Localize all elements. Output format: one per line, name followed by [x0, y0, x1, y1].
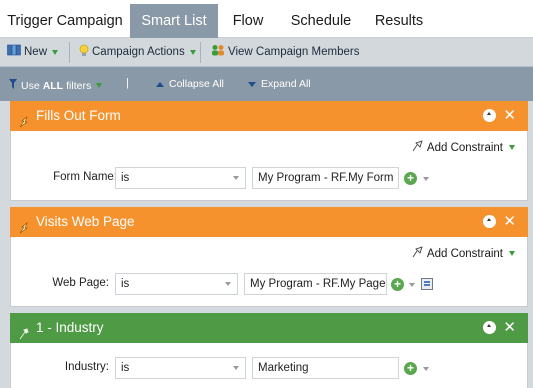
filter-title: Fills Out Form: [36, 108, 121, 123]
field-label: Web Page:: [52, 277, 109, 289]
operator-value: is: [121, 362, 130, 374]
add-constraint-button[interactable]: Add Constraint: [412, 246, 515, 261]
smart-list-canvas: Fills Out Form ✕ Add Constraint Form Nam…: [0, 101, 533, 388]
new-button[interactable]: New: [7, 44, 59, 61]
operator-select[interactable]: is: [115, 273, 238, 295]
tab-schedule[interactable]: Schedule: [284, 4, 358, 38]
collapse-all-label: Collapse All: [169, 78, 224, 90]
tab-results[interactable]: Results: [366, 4, 432, 38]
chevron-down-icon: [189, 50, 196, 55]
add-constraint-label: Add Constraint: [426, 247, 503, 260]
operator-value: is: [121, 172, 130, 184]
close-icon[interactable]: ✕: [503, 101, 516, 131]
add-value-icon[interactable]: +: [391, 278, 404, 291]
new-icon: [7, 44, 21, 61]
filter-body: Add Constraint Web Page: is My Program -…: [10, 237, 528, 307]
tab-flow[interactable]: Flow: [222, 4, 274, 38]
filter-body: Add Constraint Form Name: is My Program …: [10, 131, 528, 201]
filter-body: Industry: is Marketing +: [10, 343, 528, 388]
constraint-row: Web Page: is My Program - RF.My Page +: [11, 273, 527, 295]
chevron-down-icon: [509, 251, 515, 256]
lightbulb-icon: [79, 44, 89, 62]
campaign-actions-button[interactable]: Campaign Actions: [79, 44, 196, 62]
add-value-icon[interactable]: +: [404, 362, 417, 375]
add-constraint-button[interactable]: Add Constraint: [412, 140, 515, 155]
chevron-down-icon: [225, 282, 231, 286]
filter-wand-icon: [8, 78, 18, 93]
expand-all-button[interactable]: Expand All: [248, 78, 311, 90]
value-dropdown-icon[interactable]: [423, 177, 429, 181]
chevron-down-icon: [509, 145, 515, 150]
value-dropdown-icon[interactable]: [409, 283, 415, 287]
field-label: Industry:: [64, 361, 109, 373]
toolbar: New Campaign Actions View Campaign Membe…: [0, 38, 533, 67]
add-value-icon[interactable]: +: [404, 172, 417, 185]
value-text: My Program - RF.My Form: [258, 172, 394, 184]
value-text: My Program - RF.My Page: [250, 278, 386, 290]
move-up-icon[interactable]: [483, 215, 496, 228]
new-label: New: [24, 46, 48, 58]
page-picker-icon[interactable]: [421, 278, 433, 290]
filter-options-bar: Use ALL filters | Collapse All Expand Al…: [0, 67, 533, 101]
value-text: Marketing: [258, 362, 309, 374]
filter-visits-web-page: Visits Web Page ✕ Add Constraint Web Pag…: [10, 207, 528, 307]
toolbar-divider: [200, 42, 201, 63]
constraint-flag-icon: [412, 140, 424, 155]
constraint-row: Industry: is Marketing +: [11, 357, 527, 379]
chevron-down-icon: [52, 50, 59, 55]
close-icon[interactable]: ✕: [503, 313, 516, 343]
people-icon: [211, 44, 225, 61]
value-select[interactable]: My Program - RF.My Page: [244, 273, 387, 295]
collapse-all-button[interactable]: Collapse All: [156, 78, 224, 90]
filter-header[interactable]: 1 - Industry ✕: [10, 313, 528, 343]
use-all-filters-dropdown[interactable]: Use ALL filters: [8, 78, 103, 93]
filter-fills-out-form: Fills Out Form ✕ Add Constraint Form Nam…: [10, 101, 528, 201]
value-select[interactable]: My Program - RF.My Form: [252, 167, 399, 189]
filter-header[interactable]: Visits Web Page ✕: [10, 207, 528, 237]
filter-title: Visits Web Page: [36, 214, 135, 229]
value-select[interactable]: Marketing: [252, 357, 399, 379]
view-campaign-members-label: View Campaign Members: [228, 46, 360, 58]
close-icon[interactable]: ✕: [503, 207, 516, 237]
move-up-icon[interactable]: [483, 321, 496, 334]
filter-header[interactable]: Fills Out Form ✕: [10, 101, 528, 131]
expand-icon: [248, 81, 256, 87]
collapse-icon: [156, 81, 164, 87]
constraint-row: Form Name: is My Program - RF.My Form +: [11, 167, 527, 189]
move-up-icon[interactable]: [483, 109, 496, 122]
chevron-down-icon: [233, 366, 239, 370]
constraint-flag-icon: [412, 246, 424, 261]
filter-title: 1 - Industry: [36, 320, 104, 335]
operator-select[interactable]: is: [115, 357, 246, 379]
campaign-actions-label: Campaign Actions: [92, 46, 185, 58]
tab-smart-list[interactable]: Smart List: [130, 4, 218, 38]
tab-trigger-campaign[interactable]: Trigger Campaign: [0, 4, 130, 38]
toolbar-divider: [69, 42, 70, 63]
add-constraint-label: Add Constraint: [426, 141, 503, 154]
chevron-down-icon: [96, 83, 103, 88]
filterbar-separator: |: [126, 77, 129, 89]
field-label: Form Name:: [53, 171, 117, 183]
tab-bar: Trigger Campaign Smart List Flow Schedul…: [0, 0, 533, 38]
value-dropdown-icon[interactable]: [423, 367, 429, 371]
operator-select[interactable]: is: [115, 167, 246, 189]
operator-value: is: [121, 278, 130, 290]
view-campaign-members-button[interactable]: View Campaign Members: [211, 45, 359, 60]
expand-all-label: Expand All: [261, 78, 311, 90]
use-suffix-text: filters: [66, 79, 92, 92]
chevron-down-icon: [233, 176, 239, 180]
use-all-text: ALL: [42, 79, 64, 92]
use-prefix-text: Use: [21, 79, 40, 92]
filter-industry: 1 - Industry ✕ Industry: is Marketing +: [10, 313, 528, 388]
